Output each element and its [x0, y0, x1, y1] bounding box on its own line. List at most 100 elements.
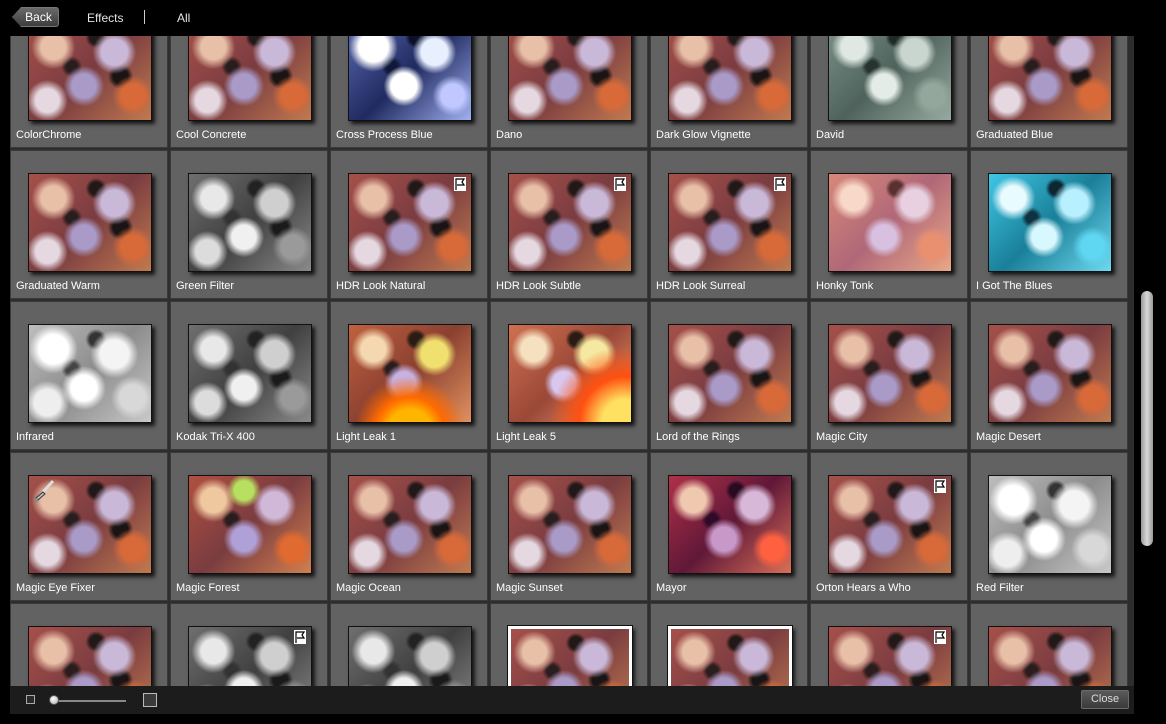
effect-label: Magic City	[816, 431, 868, 443]
effect-label: Magic Sunset	[496, 582, 563, 594]
effect-thumbnail[interactable]	[348, 324, 472, 423]
effect-tile[interactable]: Magic Ocean	[330, 452, 488, 601]
effect-thumbnail[interactable]	[828, 324, 952, 423]
effect-tile[interactable]: Magic City	[810, 301, 968, 450]
effect-label: Light Leak 5	[496, 431, 556, 443]
effect-thumbnail[interactable]	[508, 324, 632, 423]
effect-tile[interactable]	[490, 603, 648, 686]
effect-thumbnail[interactable]	[188, 626, 312, 686]
effect-tile[interactable]: HDR Look Subtle	[490, 150, 648, 299]
effect-tile[interactable]: Graduated Blue	[970, 36, 1128, 148]
effect-thumbnail[interactable]	[28, 36, 152, 121]
effect-tile[interactable]: Mayor	[650, 452, 808, 601]
effect-thumbnail[interactable]	[188, 173, 312, 272]
effect-tile[interactable]: Orton Hears a Who	[810, 452, 968, 601]
effect-thumbnail[interactable]	[508, 173, 632, 272]
effect-thumbnail[interactable]	[668, 324, 792, 423]
breadcrumb-all[interactable]: All	[177, 11, 190, 25]
effect-thumbnail[interactable]	[188, 36, 312, 121]
breadcrumb-separator	[144, 10, 145, 24]
effect-tile[interactable]: Infrared	[10, 301, 168, 450]
effect-thumbnail[interactable]	[28, 475, 152, 574]
effect-thumbnail[interactable]	[348, 36, 472, 121]
effect-label: Orton Hears a Who	[816, 582, 911, 594]
effect-label: Dark Glow Vignette	[656, 129, 751, 141]
effects-grid: ColorChrome Cool Concrete Cross Process Bl…	[10, 36, 1134, 686]
effect-thumbnail[interactable]	[988, 173, 1112, 272]
effect-tile[interactable]: Magic Desert	[970, 301, 1128, 450]
effect-thumbnail[interactable]	[348, 173, 472, 272]
flag-icon	[934, 630, 946, 644]
top-bar: Back Effects All	[0, 0, 1166, 36]
effect-tile[interactable]: Magic Eye Fixer	[10, 452, 168, 601]
effect-tile[interactable]: Kodak Tri-X 400	[170, 301, 328, 450]
effect-label: Magic Forest	[176, 582, 240, 594]
breadcrumb-effects[interactable]: Effects	[87, 11, 123, 25]
effect-thumbnail[interactable]	[507, 625, 633, 686]
effect-thumbnail[interactable]	[508, 36, 632, 121]
effect-thumbnail[interactable]	[828, 173, 952, 272]
effect-tile[interactable]: HDR Look Surreal	[650, 150, 808, 299]
effect-tile[interactable]: Lord of the Rings	[650, 301, 808, 450]
close-button[interactable]: Close	[1081, 690, 1129, 709]
effect-label: Mayor	[656, 582, 687, 594]
flag-icon	[614, 177, 626, 191]
effect-thumbnail[interactable]	[668, 173, 792, 272]
slider-thumb[interactable]	[49, 695, 59, 705]
back-button[interactable]: Back	[12, 7, 59, 27]
effect-tile[interactable]: Red Filter	[970, 452, 1128, 601]
effect-thumbnail[interactable]	[988, 475, 1112, 574]
bottom-bar: Close	[10, 686, 1134, 714]
vertical-scrollbar[interactable]	[1140, 36, 1156, 686]
effects-row: Magic Eye Fixer Magic Forest Magic Ocean Ma…	[10, 452, 1134, 603]
large-thumbnail-icon[interactable]	[143, 693, 157, 707]
effect-tile[interactable]: David	[810, 36, 968, 148]
effect-tile[interactable]: Cross Process Blue	[330, 36, 488, 148]
effect-label: HDR Look Natural	[336, 280, 426, 292]
effect-tile[interactable]: Dark Glow Vignette	[650, 36, 808, 148]
effect-tile[interactable]	[170, 603, 328, 686]
effect-tile[interactable]: Magic Forest	[170, 452, 328, 601]
effect-tile[interactable]: Cool Concrete	[170, 36, 328, 148]
effect-tile[interactable]: Magic Sunset	[490, 452, 648, 601]
effect-thumbnail[interactable]	[348, 626, 472, 686]
effect-tile[interactable]: Dano	[490, 36, 648, 148]
effect-thumbnail[interactable]	[828, 36, 952, 121]
effect-thumbnail[interactable]	[188, 475, 312, 574]
effect-tile[interactable]	[810, 603, 968, 686]
brush-icon	[34, 479, 55, 502]
thumbnail-size-slider[interactable]	[50, 700, 126, 702]
effect-thumbnail[interactable]	[348, 475, 472, 574]
effect-tile[interactable]: Light Leak 1	[330, 301, 488, 450]
small-thumbnail-icon[interactable]	[26, 695, 35, 704]
effect-thumbnail[interactable]	[28, 626, 152, 686]
scrollbar-thumb[interactable]	[1141, 291, 1153, 546]
effect-label: Red Filter	[976, 582, 1024, 594]
effect-thumbnail[interactable]	[828, 475, 952, 574]
effect-tile[interactable]	[970, 603, 1128, 686]
effect-label: Cool Concrete	[176, 129, 247, 141]
effect-thumbnail[interactable]	[828, 626, 952, 686]
effect-thumbnail[interactable]	[667, 625, 793, 686]
effect-tile[interactable]	[650, 603, 808, 686]
effect-thumbnail[interactable]	[988, 324, 1112, 423]
effect-tile[interactable]: Green Filter	[170, 150, 328, 299]
effect-tile[interactable]	[10, 603, 168, 686]
effect-thumbnail[interactable]	[28, 324, 152, 423]
effect-tile[interactable]: Light Leak 5	[490, 301, 648, 450]
effect-thumbnail[interactable]	[668, 36, 792, 121]
effect-thumbnail[interactable]	[188, 324, 312, 423]
effect-tile[interactable]: Graduated Warm	[10, 150, 168, 299]
effect-thumbnail[interactable]	[28, 173, 152, 272]
effect-label: I Got The Blues	[976, 280, 1053, 292]
effect-thumbnail[interactable]	[988, 626, 1112, 686]
effect-tile[interactable]: HDR Look Natural	[330, 150, 488, 299]
effect-tile[interactable]: I Got The Blues	[970, 150, 1128, 299]
effect-thumbnail[interactable]	[508, 475, 632, 574]
effect-label: Graduated Warm	[16, 280, 100, 292]
effect-thumbnail[interactable]	[988, 36, 1112, 121]
effect-thumbnail[interactable]	[668, 475, 792, 574]
effect-tile[interactable]: Honky Tonk	[810, 150, 968, 299]
effect-tile[interactable]	[330, 603, 488, 686]
effect-tile[interactable]: ColorChrome	[10, 36, 168, 148]
